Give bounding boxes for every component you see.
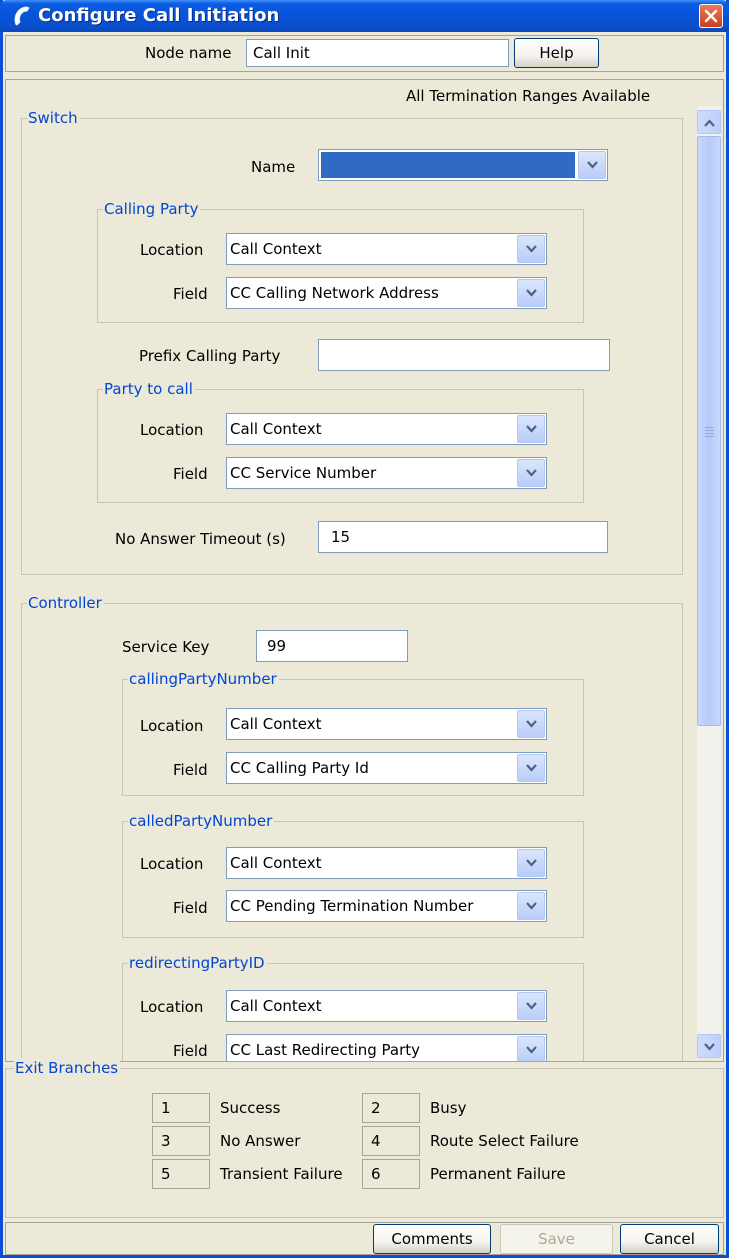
service-key-input[interactable]: 99 <box>256 630 408 662</box>
redirecting-party-id-field-select[interactable]: CC Last Redirecting Party <box>226 1034 547 1061</box>
chevron-down-icon[interactable] <box>517 892 545 920</box>
exit-branch-label: No Answer <box>220 1132 301 1150</box>
switch-legend: Switch <box>27 108 80 128</box>
exit-branches-legend: Exit Branches <box>14 1058 121 1078</box>
redirecting-party-id-location-label: Location <box>140 998 204 1016</box>
controller-legend: Controller <box>27 593 104 613</box>
calling-party-number-field-label: Field <box>173 761 208 779</box>
scroll-thumb[interactable] <box>697 136 721 726</box>
exit-branch-label: Busy <box>430 1099 467 1117</box>
title-bar[interactable]: Configure Call Initiation <box>0 0 729 32</box>
node-name-input[interactable]: Call Init <box>246 39 509 67</box>
close-icon <box>704 9 718 23</box>
exit-branch-number: 1 <box>152 1093 210 1123</box>
calling-party-number-location-label: Location <box>140 717 204 735</box>
help-button[interactable]: Help <box>514 38 599 68</box>
chevron-down-icon[interactable] <box>517 1036 545 1061</box>
switch-name-selection <box>321 152 575 178</box>
party-to-call-group: Party to call Location Call Context Fiel… <box>97 379 584 503</box>
exit-branch-number: 5 <box>152 1159 210 1189</box>
exit-branch-number: 3 <box>152 1126 210 1156</box>
prefix-calling-party-input[interactable] <box>318 339 610 371</box>
party-to-call-location-label: Location <box>140 421 204 439</box>
redirecting-party-id-legend: redirectingPartyID <box>128 953 267 973</box>
scroll-up-button[interactable] <box>697 110 721 134</box>
node-name-label: Node name <box>145 44 232 62</box>
called-party-number-legend: calledPartyNumber <box>128 811 275 831</box>
chevron-down-icon[interactable] <box>517 279 545 307</box>
redirecting-party-id-group: redirectingPartyID Location Call Context… <box>122 953 584 1061</box>
calling-party-number-location-select[interactable]: Call Context <box>226 708 547 740</box>
chevron-down-icon[interactable] <box>517 992 545 1020</box>
termination-status-text: All Termination Ranges Available <box>406 87 651 105</box>
party-to-call-legend: Party to call <box>103 379 195 399</box>
switch-name-label: Name <box>251 158 296 176</box>
service-key-label: Service Key <box>122 638 210 656</box>
chevron-down-icon[interactable] <box>517 710 545 738</box>
close-button[interactable] <box>699 4 723 28</box>
exit-branch-number: 2 <box>362 1093 420 1123</box>
chevron-up-icon <box>704 119 715 127</box>
save-button[interactable]: Save <box>500 1224 613 1254</box>
dialog-button-bar: Comments Save Cancel <box>5 1222 724 1255</box>
exit-branch-label: Route Select Failure <box>430 1132 579 1150</box>
cancel-button[interactable]: Cancel <box>620 1224 719 1254</box>
called-party-number-field-select[interactable]: CC Pending Termination Number <box>226 890 547 922</box>
exit-branches-group: Exit Branches 1 Success 2 Busy 3 No Answ… <box>5 1058 724 1218</box>
prefix-calling-party-label: Prefix Calling Party <box>139 347 281 365</box>
exit-branch-label: Success <box>220 1099 281 1117</box>
calling-party-number-field-select[interactable]: CC Calling Party Id <box>226 752 547 784</box>
vertical-scrollbar[interactable] <box>697 106 721 1058</box>
calling-party-location-label: Location <box>140 241 204 259</box>
dialog-window: Configure Call Initiation Node name Call… <box>0 0 729 1258</box>
party-to-call-location-select[interactable]: Call Context <box>226 413 547 445</box>
exit-branch-label: Permanent Failure <box>430 1165 566 1183</box>
called-party-number-location-select[interactable]: Call Context <box>226 847 547 879</box>
switch-name-select[interactable] <box>318 149 608 181</box>
called-party-number-location-label: Location <box>140 855 204 873</box>
chevron-down-icon[interactable] <box>517 754 545 782</box>
no-answer-timeout-input[interactable]: 15 <box>318 521 608 553</box>
chevron-down-icon <box>704 1043 715 1051</box>
window-title: Configure Call Initiation <box>38 5 280 26</box>
no-answer-timeout-label: No Answer Timeout (s) <box>115 530 286 548</box>
exit-branch-label: Transient Failure <box>220 1165 343 1183</box>
called-party-number-field-label: Field <box>173 899 208 917</box>
comments-button[interactable]: Comments <box>373 1224 491 1254</box>
switch-group: Switch Name Calling Party Location Call … <box>21 108 683 575</box>
calling-party-number-group: callingPartyNumber Location Call Context… <box>122 669 584 796</box>
calling-party-legend: Calling Party <box>103 199 201 219</box>
calling-party-field-label: Field <box>173 285 208 303</box>
calling-party-location-select[interactable]: Call Context <box>226 233 547 265</box>
chevron-down-icon[interactable] <box>517 415 545 443</box>
chevron-down-icon[interactable] <box>578 151 606 179</box>
chevron-down-icon[interactable] <box>517 459 545 487</box>
controller-group: Controller Service Key 99 callingPartyNu… <box>21 593 683 1061</box>
calling-party-group: Calling Party Location Call Context Fiel… <box>97 199 584 323</box>
scroll-down-button[interactable] <box>697 1034 721 1058</box>
called-party-number-group: calledPartyNumber Location Call Context … <box>122 811 584 938</box>
calling-party-field-select[interactable]: CC Calling Network Address <box>226 277 547 309</box>
phone-handset-icon <box>10 4 34 28</box>
party-to-call-field-select[interactable]: CC Service Number <box>226 457 547 489</box>
chevron-down-icon[interactable] <box>517 849 545 877</box>
exit-branch-number: 4 <box>362 1126 420 1156</box>
node-name-bar: Node name Call Init Help <box>5 35 724 72</box>
config-panel: All Termination Ranges Available Switch … <box>5 79 724 1062</box>
calling-party-number-legend: callingPartyNumber <box>128 669 279 689</box>
redirecting-party-id-field-label: Field <box>173 1042 208 1060</box>
chevron-down-icon[interactable] <box>517 235 545 263</box>
party-to-call-field-label: Field <box>173 465 208 483</box>
redirecting-party-id-location-select[interactable]: Call Context <box>226 990 547 1022</box>
exit-branch-number: 6 <box>362 1159 420 1189</box>
